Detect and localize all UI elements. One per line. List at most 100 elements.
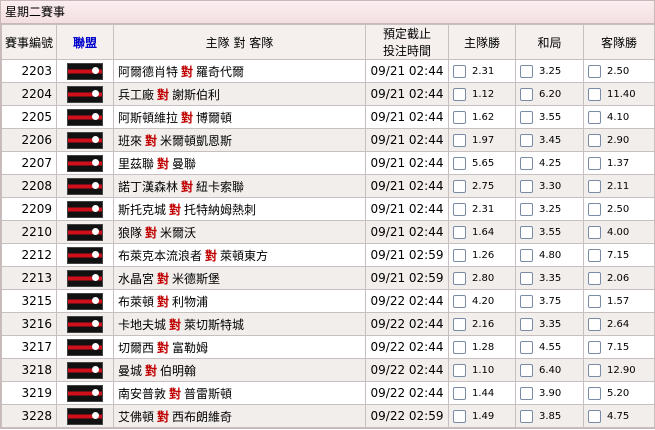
away-win-checkbox[interactable] [588, 226, 601, 239]
draw-checkbox[interactable] [520, 341, 533, 354]
home-win-cell: 1.26 [448, 243, 516, 267]
away-win-checkbox[interactable] [588, 134, 601, 147]
col-league[interactable]: 聯盟 [56, 24, 114, 60]
league-flag-icon[interactable] [67, 246, 103, 264]
league-flag-icon[interactable] [67, 361, 103, 379]
cutoff-time: 09/21 02:44 [365, 220, 449, 244]
draw-checkbox[interactable] [520, 88, 533, 101]
league-cell [56, 197, 114, 221]
draw-checkbox[interactable] [520, 226, 533, 239]
away-win-checkbox[interactable] [588, 180, 601, 193]
away-team: 伯明翰 [160, 363, 197, 378]
home-win-checkbox[interactable] [453, 318, 466, 331]
home-team: 狼隊 [118, 225, 143, 240]
home-win-checkbox[interactable] [453, 111, 466, 124]
vs-label: 對 [145, 363, 158, 378]
league-flag-icon[interactable] [67, 384, 103, 402]
league-flag-icon[interactable] [67, 223, 103, 241]
league-flag-icon[interactable] [67, 407, 103, 425]
home-win-checkbox[interactable] [453, 88, 466, 101]
home-win-checkbox[interactable] [453, 65, 466, 78]
draw-checkbox[interactable] [520, 387, 533, 400]
league-flag-icon[interactable] [67, 292, 103, 310]
home-win-checkbox[interactable] [453, 410, 466, 423]
home-win-checkbox[interactable] [453, 387, 466, 400]
away-win-checkbox[interactable] [588, 157, 601, 170]
home-win-cell: 1.12 [448, 82, 516, 106]
draw-checkbox[interactable] [520, 318, 533, 331]
draw-checkbox[interactable] [520, 134, 533, 147]
away-win-checkbox[interactable] [588, 295, 601, 308]
away-win-checkbox[interactable] [588, 341, 601, 354]
league-flag-icon[interactable] [67, 269, 103, 287]
home-win-checkbox[interactable] [453, 295, 466, 308]
draw-checkbox[interactable] [520, 111, 533, 124]
home-win-checkbox[interactable] [453, 134, 466, 147]
away-win-cell: 4.75 [583, 404, 655, 428]
away-win-checkbox[interactable] [588, 203, 601, 216]
away-win-checkbox[interactable] [588, 249, 601, 262]
home-win-odds: 4.20 [472, 296, 495, 307]
league-flag-icon[interactable] [67, 85, 103, 103]
away-win-checkbox[interactable] [588, 272, 601, 285]
col-cutoff: 預定截止 投注時間 [365, 24, 449, 60]
away-win-checkbox[interactable] [588, 410, 601, 423]
away-win-cell: 4.10 [583, 105, 655, 129]
away-win-cell: 11.40 [583, 82, 655, 106]
home-win-checkbox[interactable] [453, 364, 466, 377]
away-win-checkbox[interactable] [588, 111, 601, 124]
away-win-checkbox[interactable] [588, 387, 601, 400]
draw-checkbox[interactable] [520, 410, 533, 423]
draw-checkbox[interactable] [520, 203, 533, 216]
league-flag-icon[interactable] [67, 200, 103, 218]
league-flag-icon[interactable] [67, 177, 103, 195]
home-win-checkbox[interactable] [453, 272, 466, 285]
vs-label: 對 [181, 179, 194, 194]
away-win-odds: 4.10 [607, 112, 630, 123]
draw-cell: 3.55 [515, 105, 584, 129]
league-flag-icon[interactable] [67, 62, 103, 80]
table-row: 2212 布萊克本流浪者對萊頓東方 09/21 02:59 1.26 4.80 … [1, 243, 655, 267]
draw-cell: 4.80 [515, 243, 584, 267]
away-team: 利物浦 [172, 294, 209, 309]
match-number: 2206 [1, 128, 57, 152]
away-win-checkbox[interactable] [588, 88, 601, 101]
home-win-checkbox[interactable] [453, 249, 466, 262]
away-win-checkbox[interactable] [588, 318, 601, 331]
draw-checkbox[interactable] [520, 249, 533, 262]
home-win-checkbox[interactable] [453, 203, 466, 216]
league-flag-icon[interactable] [67, 131, 103, 149]
away-team: 羅奇代爾 [196, 64, 245, 79]
draw-checkbox[interactable] [520, 295, 533, 308]
draw-cell: 3.30 [515, 174, 584, 198]
match-teams: 南安普敦對普雷斯頓 [113, 381, 366, 405]
draw-checkbox[interactable] [520, 157, 533, 170]
away-win-cell: 7.15 [583, 243, 655, 267]
home-win-checkbox[interactable] [453, 226, 466, 239]
home-win-checkbox[interactable] [453, 180, 466, 193]
draw-checkbox[interactable] [520, 65, 533, 78]
league-flag-icon[interactable] [67, 315, 103, 333]
home-win-checkbox[interactable] [453, 341, 466, 354]
draw-checkbox[interactable] [520, 180, 533, 193]
away-win-checkbox[interactable] [588, 65, 601, 78]
draw-checkbox[interactable] [520, 272, 533, 285]
away-win-checkbox[interactable] [588, 364, 601, 377]
vs-label: 對 [205, 248, 218, 263]
match-teams: 兵工廠對謝斯伯利 [113, 82, 366, 106]
home-win-odds: 1.64 [472, 227, 495, 238]
match-teams: 切爾西對富勒姆 [113, 335, 366, 359]
home-team: 切爾西 [118, 340, 155, 355]
away-win-odds: 2.11 [607, 181, 630, 192]
home-win-cell: 4.20 [448, 289, 516, 313]
match-teams: 曼城對伯明翰 [113, 358, 366, 382]
league-flag-icon[interactable] [67, 338, 103, 356]
home-win-checkbox[interactable] [453, 157, 466, 170]
match-teams: 布萊頓對利物浦 [113, 289, 366, 313]
match-number: 3219 [1, 381, 57, 405]
draw-checkbox[interactable] [520, 364, 533, 377]
league-flag-icon[interactable] [67, 108, 103, 126]
vs-label: 對 [145, 225, 158, 240]
cutoff-time: 09/21 02:44 [365, 197, 449, 221]
league-flag-icon[interactable] [67, 154, 103, 172]
